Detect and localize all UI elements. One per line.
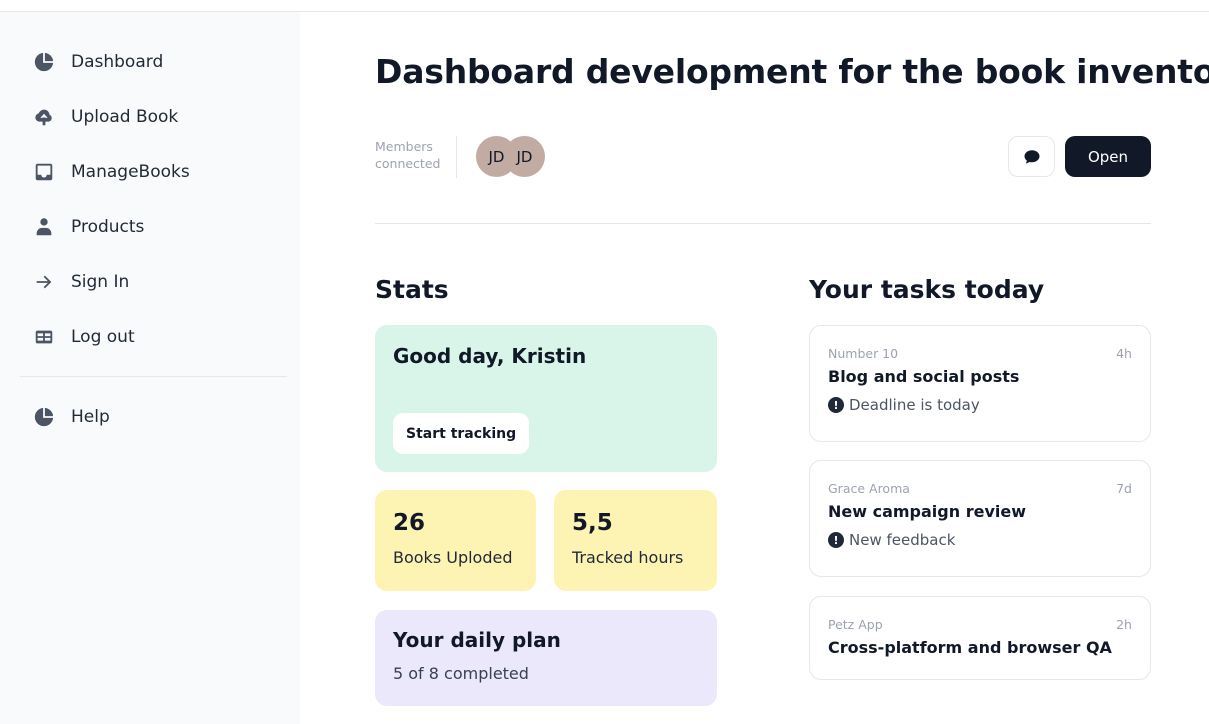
task-title: Blog and social posts [828, 367, 1020, 386]
members-label: Members connected [375, 139, 441, 171]
sidebar-item-label: Products [71, 216, 145, 237]
sidebar-item-sign-in[interactable]: Sign In [0, 254, 300, 309]
user-icon [32, 215, 56, 239]
daily-plan-card[interactable]: Your daily plan 5 of 8 completed [375, 610, 717, 706]
stats-title: Stats [375, 275, 449, 304]
task-meta: Petz App 2h [828, 617, 1132, 632]
task-client: Number 10 [828, 346, 899, 361]
tracked-hours-label: Tracked hours [572, 548, 684, 567]
page-title: Dashboard development for the book inven… [375, 52, 1209, 91]
task-meta: Grace Aroma 7d [828, 481, 1132, 496]
open-button[interactable]: Open [1065, 136, 1151, 177]
tasks-title: Your tasks today [809, 275, 1045, 304]
tracked-hours-card: 5,5 Tracked hours [554, 490, 717, 591]
task-note: ! New feedback [828, 531, 1132, 549]
chat-bubble-icon [1023, 148, 1041, 166]
sidebar-divider [20, 376, 287, 377]
alert-icon: ! [828, 532, 844, 548]
task-time: 4h [1116, 346, 1132, 361]
task-client: Petz App [828, 617, 883, 632]
sidebar-item-label: ManageBooks [71, 161, 190, 182]
task-time: 7d [1116, 481, 1132, 496]
task-card[interactable]: Number 10 4h Blog and social posts ! Dea… [809, 325, 1151, 442]
sidebar-nav: Dashboard Upload Book ManageBooks Produc… [0, 12, 300, 364]
sidebar-item-label: Log out [71, 326, 135, 347]
books-uploaded-card: 26 Books Uploded [375, 490, 536, 591]
task-title: New campaign review [828, 502, 1026, 521]
task-card[interactable]: Petz App 2h Cross-platform and browser Q… [809, 596, 1151, 680]
daily-plan-progress: 5 of 8 completed [393, 664, 529, 683]
alert-icon: ! [828, 397, 844, 413]
task-title: Cross-platform and browser QA [828, 638, 1112, 657]
sidebar-item-label: Upload Book [71, 106, 179, 127]
cloud-upload-icon [32, 105, 56, 129]
task-note-text: Deadline is today [849, 396, 980, 414]
books-uploaded-value: 26 [393, 510, 426, 536]
sidebar-item-products[interactable]: Products [0, 199, 300, 254]
sidebar-item-label: Help [71, 406, 110, 427]
task-note: ! Deadline is today [828, 396, 1132, 414]
tracked-hours-value: 5,5 [572, 510, 613, 536]
chat-button[interactable] [1008, 136, 1055, 177]
greeting-text: Good day, Kristin [393, 344, 587, 368]
inbox-icon [32, 160, 56, 184]
avatar[interactable]: JD [504, 136, 545, 177]
sidebar-item-help[interactable]: Help [0, 389, 300, 444]
header-divider [375, 223, 1151, 224]
sidebar-item-upload-book[interactable]: Upload Book [0, 89, 300, 144]
sidebar-secondary-nav: Help [0, 389, 300, 444]
books-uploaded-label: Books Uploded [393, 548, 513, 567]
task-client: Grace Aroma [828, 481, 910, 496]
table-icon [32, 325, 56, 349]
sidebar-item-label: Dashboard [71, 51, 164, 72]
sidebar-item-dashboard[interactable]: Dashboard [0, 34, 300, 89]
task-note-text: New feedback [849, 531, 956, 549]
arrow-right-icon [32, 270, 56, 294]
sidebar-item-label: Sign In [71, 271, 130, 292]
task-time: 2h [1116, 617, 1132, 632]
pie-chart-icon [32, 50, 56, 74]
members-row: Members connected JD JD Open [375, 136, 1151, 178]
task-card[interactable]: Grace Aroma 7d New campaign review ! New… [809, 460, 1151, 577]
sidebar-item-managebooks[interactable]: ManageBooks [0, 144, 300, 199]
task-meta: Number 10 4h [828, 346, 1132, 361]
daily-plan-title: Your daily plan [393, 628, 561, 652]
greeting-card: Good day, Kristin Start tracking [375, 325, 717, 472]
pie-chart-icon [32, 405, 56, 429]
members-divider [456, 136, 457, 178]
sidebar: Dashboard Upload Book ManageBooks Produc… [0, 12, 300, 724]
sidebar-item-log-out[interactable]: Log out [0, 309, 300, 364]
start-tracking-button[interactable]: Start tracking [393, 413, 530, 454]
